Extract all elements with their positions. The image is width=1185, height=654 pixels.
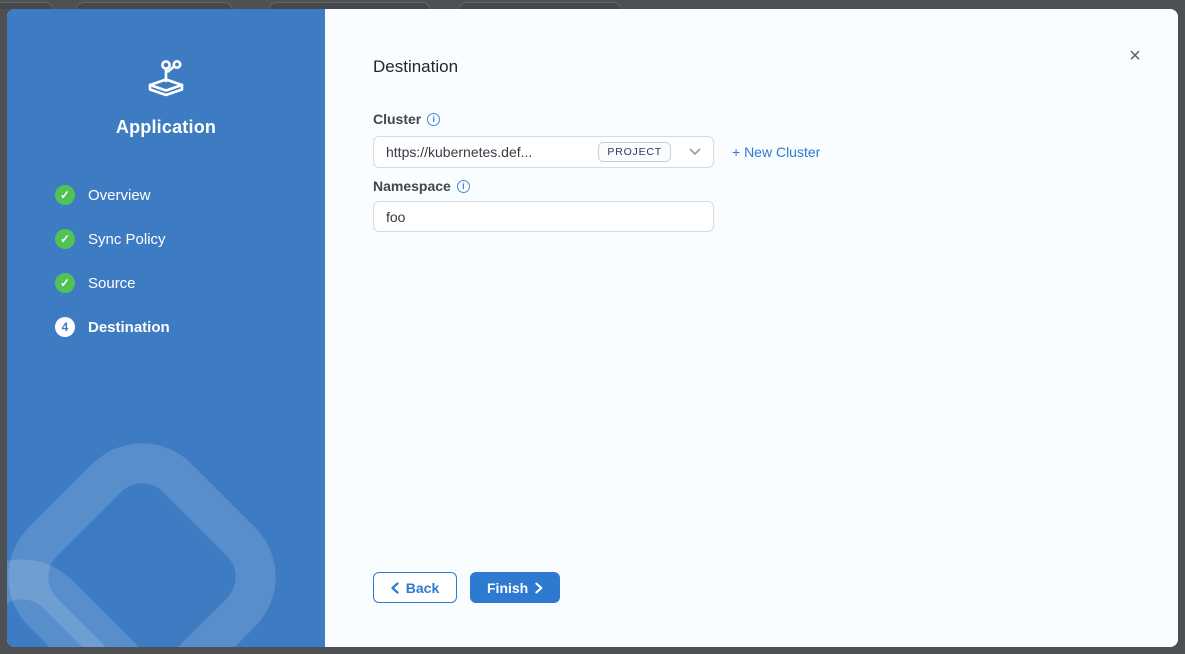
logo-watermark bbox=[7, 337, 325, 647]
finish-button[interactable]: Finish bbox=[470, 572, 560, 603]
step-label: Sync Policy bbox=[88, 231, 166, 248]
cluster-selected-value: https://kubernetes.def... bbox=[386, 144, 598, 160]
back-button[interactable]: Back bbox=[373, 572, 457, 603]
chevron-left-icon bbox=[391, 582, 399, 594]
namespace-input[interactable] bbox=[373, 201, 714, 232]
step-sync-policy[interactable]: ✓ Sync Policy bbox=[55, 229, 305, 249]
background-tab bbox=[268, 2, 431, 9]
step-label: Overview bbox=[88, 187, 151, 204]
page-title: Destination bbox=[373, 57, 458, 77]
background-tab bbox=[0, 2, 54, 9]
step-overview[interactable]: ✓ Overview bbox=[55, 185, 305, 205]
background-browser-tabbar bbox=[0, 0, 1185, 9]
wizard-steps: ✓ Overview ✓ Sync Policy ✓ Source 4 Dest… bbox=[55, 185, 305, 361]
namespace-label: Namespace i bbox=[373, 178, 470, 194]
application-wizard-dialog: Application ✓ Overview ✓ Sync Policy ✓ S… bbox=[7, 9, 1178, 647]
background-tab bbox=[75, 2, 233, 9]
application-box-icon bbox=[142, 54, 190, 100]
step-source[interactable]: ✓ Source bbox=[55, 273, 305, 293]
wizard-title: Application bbox=[7, 117, 325, 138]
info-icon[interactable]: i bbox=[457, 180, 470, 193]
background-tab bbox=[458, 2, 622, 9]
wizard-content: × Destination Cluster i https://kubernet… bbox=[325, 9, 1178, 647]
info-icon[interactable]: i bbox=[427, 113, 440, 126]
wizard-sidebar: Application ✓ Overview ✓ Sync Policy ✓ S… bbox=[7, 9, 325, 647]
step-destination[interactable]: 4 Destination bbox=[55, 317, 305, 337]
screen: Application ✓ Overview ✓ Sync Policy ✓ S… bbox=[0, 0, 1185, 654]
namespace-label-text: Namespace bbox=[373, 178, 451, 194]
step-label: Destination bbox=[88, 319, 170, 336]
back-button-label: Back bbox=[406, 580, 439, 596]
step-number-icon: 4 bbox=[55, 317, 75, 337]
check-icon: ✓ bbox=[55, 229, 75, 249]
cluster-select[interactable]: https://kubernetes.def... PROJECT bbox=[373, 136, 714, 168]
project-badge: PROJECT bbox=[598, 142, 671, 162]
check-icon: ✓ bbox=[55, 273, 75, 293]
close-icon[interactable]: × bbox=[1124, 45, 1146, 67]
cluster-label-text: Cluster bbox=[373, 111, 421, 127]
cluster-label: Cluster i bbox=[373, 111, 440, 127]
finish-button-label: Finish bbox=[487, 580, 528, 596]
chevron-down-icon bbox=[689, 148, 701, 156]
step-label: Source bbox=[88, 275, 136, 292]
check-icon: ✓ bbox=[55, 185, 75, 205]
new-cluster-link[interactable]: + New Cluster bbox=[732, 144, 820, 160]
chevron-right-icon bbox=[535, 582, 543, 594]
